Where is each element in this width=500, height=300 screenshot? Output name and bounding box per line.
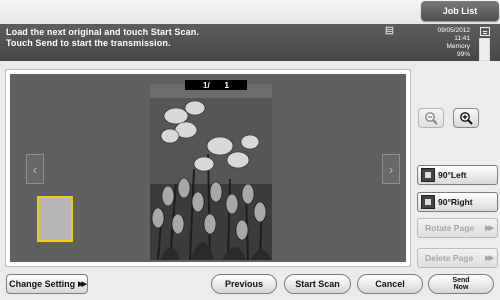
memory-value: 99% <box>456 51 470 58</box>
rotate-left-90-button[interactable]: 90°Left <box>417 165 498 185</box>
zoom-out-button[interactable] <box>418 108 444 128</box>
chevron-left-icon: ‹ <box>32 161 38 177</box>
rotate-right-icon <box>421 195 435 209</box>
status-icon <box>480 27 490 36</box>
status-date: 09/05/2012 <box>437 27 470 34</box>
message-line-2: Touch Send to start the transmission. <box>6 38 171 48</box>
status-time: 11:41 <box>454 35 470 42</box>
document-icon <box>385 26 394 35</box>
preview-panel: 1/ 1 ‹ › <box>6 70 410 266</box>
memory-meter-fill <box>480 39 489 60</box>
job-list-button[interactable]: Job List <box>421 1 499 21</box>
cancel-button[interactable]: Cancel <box>357 274 423 294</box>
double-arrow-icon: ▶▶ <box>485 225 494 232</box>
double-arrow-icon: ▶▶ <box>485 255 494 262</box>
prev-page-arrow-button[interactable]: ‹ <box>26 154 44 184</box>
delete-page-label: Delete Page <box>425 253 474 263</box>
zoom-out-icon <box>425 112 438 125</box>
send-now-line-1: Send <box>452 277 470 284</box>
rotate-left-label: 90°Left <box>438 170 467 180</box>
delete-page-button[interactable]: Delete Page ▶▶ <box>417 248 498 268</box>
rotate-page-label: Rotate Page <box>425 223 475 233</box>
start-scan-button[interactable]: Start Scan <box>284 274 351 294</box>
send-now-button[interactable]: Send Now <box>428 274 494 294</box>
scanned-page-image <box>150 84 272 260</box>
message-line-1: Load the next original and touch Start S… <box>6 27 199 37</box>
previous-button[interactable]: Previous <box>211 274 277 294</box>
zoom-in-icon <box>460 112 473 125</box>
page-counter: 1/ 1 <box>185 80 247 90</box>
change-setting-label: Change Setting <box>9 279 76 289</box>
page-total: 1 <box>224 80 229 90</box>
rotate-right-label: 90°Right <box>438 197 473 207</box>
rotate-page-button[interactable]: Rotate Page ▶▶ <box>417 218 498 238</box>
double-arrow-icon: ▶▶ <box>78 281 87 288</box>
memory-meter <box>479 38 490 61</box>
send-now-line-2: Now <box>453 284 469 291</box>
page-current: 1/ <box>203 80 210 90</box>
memory-label: Memory <box>446 43 470 50</box>
page-thumbnail[interactable] <box>37 196 73 242</box>
change-setting-button[interactable]: Change Setting ▶▶ <box>6 274 88 294</box>
next-page-arrow-button[interactable]: › <box>382 154 400 184</box>
zoom-in-button[interactable] <box>453 108 479 128</box>
rotate-left-icon <box>421 168 435 182</box>
message-bar: Load the next original and touch Start S… <box>0 24 500 61</box>
chevron-right-icon: › <box>388 161 394 177</box>
rotate-right-90-button[interactable]: 90°Right <box>417 192 498 212</box>
